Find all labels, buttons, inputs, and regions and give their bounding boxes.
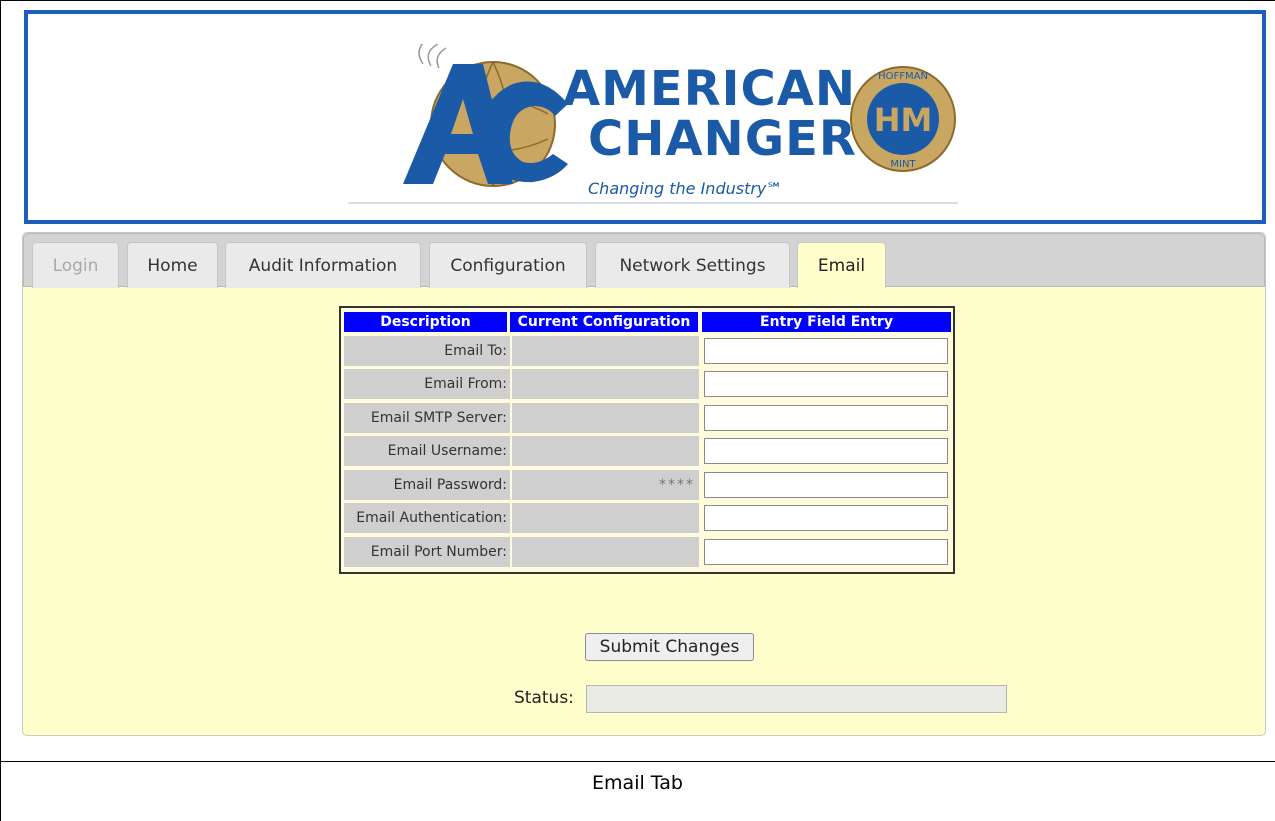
tab-configuration[interactable]: Configuration xyxy=(429,242,587,288)
row-username-current xyxy=(512,436,699,466)
svg-text:HOFFMAN: HOFFMAN xyxy=(878,71,928,82)
tab-configuration-label: Configuration xyxy=(450,255,566,276)
row-password-current: **** xyxy=(512,470,699,500)
row-email-to-label: Email To: xyxy=(344,336,510,366)
tab-audit-information-label: Audit Information xyxy=(248,255,398,276)
tab-home-label: Home xyxy=(147,255,198,276)
svg-text:HM: HM xyxy=(874,101,933,139)
brand-name: AMERICAN CHANGER xyxy=(563,64,857,164)
status-field xyxy=(586,685,1007,713)
row-authentication-label: Email Authentication: xyxy=(344,503,510,533)
submit-changes-button[interactable]: Submit Changes xyxy=(585,633,754,661)
row-authentication-current xyxy=(512,503,699,533)
american-changer-logo: AMERICAN CHANGER HM HOFFMAN MINT Changin… xyxy=(358,34,978,224)
row-email-to-current xyxy=(512,336,699,366)
tagline: Changing the Industry℠ xyxy=(588,179,783,198)
brand-line-1: AMERICAN xyxy=(563,61,857,117)
smtp-server-input[interactable] xyxy=(704,405,948,431)
header-current-configuration: Current Configuration xyxy=(510,312,698,332)
row-port-number-current xyxy=(512,537,699,567)
row-smtp-server-label: Email SMTP Server: xyxy=(344,403,510,433)
username-input[interactable] xyxy=(704,438,948,464)
tab-login-label: Login xyxy=(52,255,99,276)
brand-header: AMERICAN CHANGER HM HOFFMAN MINT Changin… xyxy=(24,10,1266,224)
svg-text:MINT: MINT xyxy=(890,159,916,170)
email-config-table: Description Current Configuration Entry … xyxy=(339,306,955,574)
tagline-divider xyxy=(348,202,958,204)
email-from-input[interactable] xyxy=(704,371,948,397)
tab-home[interactable]: Home xyxy=(127,242,218,288)
status-label: Status: xyxy=(514,688,574,708)
row-port-number-label: Email Port Number: xyxy=(344,537,510,567)
ac-globe-logo-icon xyxy=(403,44,568,187)
password-input[interactable] xyxy=(704,472,948,498)
tab-audit-information[interactable]: Audit Information xyxy=(225,242,421,288)
row-email-from-current xyxy=(512,369,699,399)
brand-line-2: CHANGER xyxy=(588,111,857,167)
figure-caption: Email Tab xyxy=(592,772,683,794)
tab-panel: Login Home Audit Information Configurati… xyxy=(22,232,1266,736)
tab-email-label: Email xyxy=(817,255,866,276)
row-smtp-server-current xyxy=(512,403,699,433)
tab-network-settings-label: Network Settings xyxy=(619,255,766,276)
header-description: Description xyxy=(344,312,507,332)
row-email-from-label: Email From: xyxy=(344,369,510,399)
row-username-label: Email Username: xyxy=(344,436,510,466)
port-number-input[interactable] xyxy=(704,539,948,565)
authentication-input[interactable] xyxy=(704,505,948,531)
tab-login[interactable]: Login xyxy=(32,242,119,288)
tab-email[interactable]: Email xyxy=(797,242,886,288)
caption-divider xyxy=(0,761,1275,762)
header-entry-field: Entry Field Entry xyxy=(702,312,951,332)
row-password-label: Email Password: xyxy=(344,470,510,500)
tab-network-settings[interactable]: Network Settings xyxy=(595,242,790,288)
email-to-input[interactable] xyxy=(704,338,948,364)
tab-bar: Login Home Audit Information Configurati… xyxy=(23,233,1265,288)
hoffman-mint-seal-icon: HM HOFFMAN MINT xyxy=(850,66,956,172)
